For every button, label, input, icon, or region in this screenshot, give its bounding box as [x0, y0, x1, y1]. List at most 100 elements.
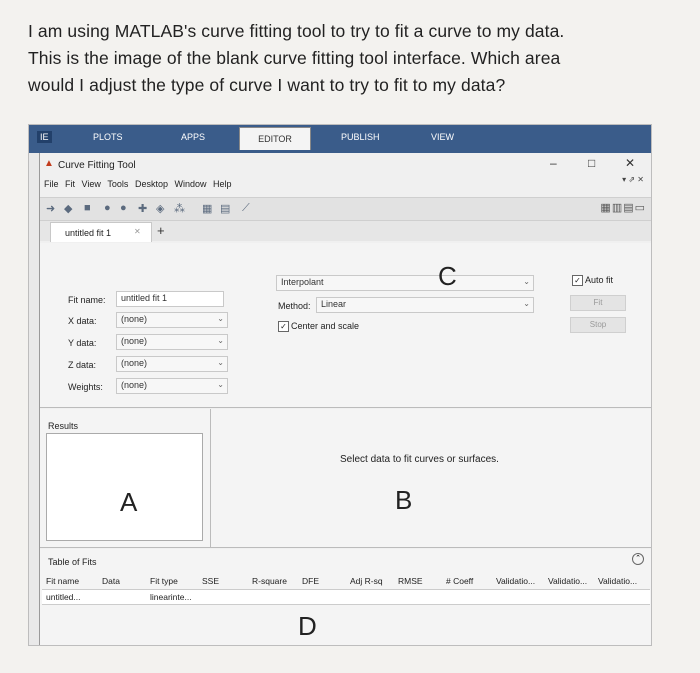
col-dfe[interactable]: DFE	[302, 576, 319, 586]
ribbon-tab-plots[interactable]: PLOTS	[93, 132, 123, 142]
method-value: Linear	[321, 299, 347, 309]
chevron-down-icon: ⌄	[217, 336, 224, 345]
y-data-label: Y data:	[68, 338, 97, 348]
fit-name-value: untitled fit 1	[121, 293, 168, 303]
arrow-icon[interactable]: ➜	[46, 202, 55, 215]
cell-fit-type: linearinte...	[150, 592, 192, 602]
zoom-in-icon[interactable]: ●	[104, 202, 111, 214]
col-validation-1[interactable]: Validatio...	[496, 576, 535, 586]
col-validation-3[interactable]: Validatio...	[598, 576, 637, 586]
auto-fit-checkbox[interactable]: ✓ Auto fit	[572, 275, 614, 287]
curve-fitting-window: ▲ Curve Fitting Tool – □ ✕ ▾ ⇗ ✕ File Fi…	[39, 153, 651, 645]
annotation-c: C	[438, 261, 457, 291]
y-data-value: (none)	[121, 336, 148, 346]
table-row[interactable]: untitled... linearinte...	[42, 589, 650, 605]
results-panel: Results A	[40, 409, 211, 547]
ribbon-tab-home[interactable]: IE	[37, 131, 52, 143]
window-titlebar: ▲ Curve Fitting Tool – □ ✕	[40, 153, 651, 175]
checkmark-icon: ✓	[278, 321, 289, 333]
window-title: Curve Fitting Tool	[58, 160, 136, 171]
collapse-icon[interactable]: ⌃	[632, 553, 644, 565]
fit-type-select[interactable]: Interpolant ⌄	[276, 275, 534, 291]
maximize-button[interactable]: □	[588, 156, 595, 170]
col-rmse[interactable]: RMSE	[398, 576, 423, 586]
col-coeff[interactable]: # Coeff	[446, 576, 473, 586]
middle-panel: Results A Select data to fit curves or s…	[40, 409, 651, 548]
z-data-select[interactable]: (none) ⌄	[116, 356, 228, 372]
col-fit-type[interactable]: Fit type	[150, 576, 178, 586]
col-fit-name[interactable]: Fit name	[46, 576, 79, 586]
question-line-1: I am using MATLAB's curve fitting tool t…	[28, 21, 565, 41]
fit-button[interactable]: Fit	[570, 295, 626, 311]
ribbon-tab-apps[interactable]: APPS	[181, 132, 205, 142]
auto-fit-label: Auto fit	[585, 275, 614, 285]
menu-bar: File Fit View Tools Desktop Window Help	[40, 179, 232, 193]
chevron-down-icon: ⌄	[523, 299, 530, 308]
matlab-screenshot: IE PLOTS APPS EDITOR PUBLISH VIEW ▲ Curv…	[28, 124, 652, 646]
center-scale-checkbox[interactable]: ✓ Center and scale	[278, 321, 360, 333]
minimize-button[interactable]: –	[550, 156, 557, 170]
menu-help[interactable]: Help	[213, 179, 232, 189]
plot-tool-icon[interactable]: ◆	[64, 202, 72, 215]
menu-view[interactable]: View	[82, 179, 101, 189]
stop-button[interactable]: Stop	[570, 317, 626, 333]
question-line-2: This is the image of the blank curve fit…	[28, 48, 561, 68]
pan-icon[interactable]: ✚	[138, 202, 147, 215]
ribbon-tab-view[interactable]: VIEW	[431, 132, 454, 142]
layout-icons[interactable]: ▦▥▤▭	[600, 201, 646, 214]
save-icon[interactable]: ■	[84, 202, 91, 214]
tab-label: untitled fit 1	[65, 228, 112, 238]
col-sse[interactable]: SSE	[202, 576, 219, 586]
residuals-icon[interactable]: ⟋	[242, 202, 250, 215]
annotation-b: B	[395, 485, 413, 515]
col-r-square[interactable]: R-square	[252, 576, 287, 586]
chevron-down-icon: ⌄	[217, 380, 224, 389]
menu-desktop[interactable]: Desktop	[135, 179, 168, 189]
tab-untitled-fit-1[interactable]: untitled fit 1 ✕	[50, 222, 152, 242]
zoom-out-icon[interactable]: ●	[120, 202, 127, 214]
results-heading: Results	[48, 421, 79, 431]
toolbar: ➜ ◆ ■ ● ● ✚ ◈ ⁂ ▦ ▤ ⟋ ▦▥▤▭	[40, 197, 651, 221]
checkmark-icon: ✓	[572, 275, 583, 287]
question-text: I am using MATLAB's curve fitting tool t…	[28, 18, 668, 99]
matlab-ribbon: IE PLOTS APPS EDITOR PUBLISH VIEW	[29, 125, 651, 153]
data-cursor-icon[interactable]: ◈	[156, 202, 164, 215]
chevron-down-icon: ⌄	[217, 358, 224, 367]
new-fit-button[interactable]: +	[157, 223, 165, 238]
table-of-fits-heading: Table of Fits	[48, 557, 97, 567]
center-scale-label: Center and scale	[291, 321, 360, 331]
method-select[interactable]: Linear ⌄	[316, 297, 534, 313]
ribbon-tab-publish[interactable]: PUBLISH	[341, 132, 380, 142]
fit-type-value: Interpolant	[281, 277, 324, 287]
menu-file[interactable]: File	[44, 179, 59, 189]
col-data[interactable]: Data	[102, 576, 120, 586]
col-validation-2[interactable]: Validatio...	[548, 576, 587, 586]
col-adj-r-sq[interactable]: Adj R-sq	[350, 576, 383, 586]
fit-name-field[interactable]: untitled fit 1	[116, 291, 224, 307]
exclude-icon[interactable]: ⁂	[174, 202, 185, 215]
menu-tools[interactable]: Tools	[107, 179, 128, 189]
grid-icon[interactable]: ▦	[202, 202, 212, 215]
chevron-down-icon: ⌄	[523, 277, 530, 286]
ribbon-tab-editor[interactable]: EDITOR	[239, 127, 311, 150]
menu-window[interactable]: Window	[175, 179, 207, 189]
weights-select[interactable]: (none) ⌄	[116, 378, 228, 394]
dock-controls[interactable]: ▾ ⇗ ✕	[622, 175, 644, 184]
y-data-select[interactable]: (none) ⌄	[116, 334, 228, 350]
legend-icon[interactable]: ▤	[220, 202, 230, 215]
tab-close-icon[interactable]: ✕	[134, 227, 141, 236]
x-data-value: (none)	[121, 314, 148, 324]
close-button[interactable]: ✕	[625, 156, 635, 170]
x-data-label: X data:	[68, 316, 97, 326]
fit-settings-panel: Fit name: untitled fit 1 X data: (none) ⌄…	[40, 243, 651, 408]
fit-name-label: Fit name:	[68, 295, 106, 305]
method-label: Method:	[278, 301, 311, 311]
plot-area-message: Select data to fit curves or surfaces.	[340, 454, 499, 465]
table-of-fits-panel: Table of Fits ⌃ Fit name Data Fit type S…	[40, 549, 651, 645]
z-data-value: (none)	[121, 358, 148, 368]
x-data-select[interactable]: (none) ⌄	[116, 312, 228, 328]
document-tabstrip: untitled fit 1 ✕ +	[40, 221, 651, 242]
weights-label: Weights:	[68, 382, 103, 392]
menu-fit[interactable]: Fit	[65, 179, 75, 189]
z-data-label: Z data:	[68, 360, 97, 370]
